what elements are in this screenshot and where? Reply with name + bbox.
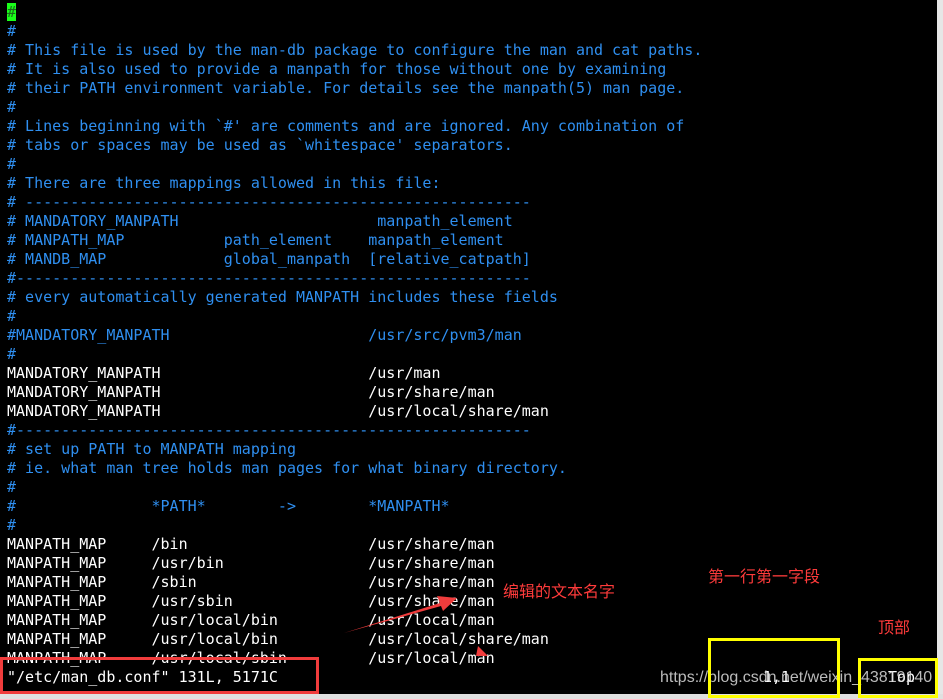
annotation-position-label: 第一行第一字段 [708, 567, 821, 586]
annotation-top-label: 顶部 [878, 618, 911, 637]
annotation-filename-label: 编辑的文本名字 [503, 582, 616, 601]
annotation-arrow-icon [344, 596, 488, 656]
